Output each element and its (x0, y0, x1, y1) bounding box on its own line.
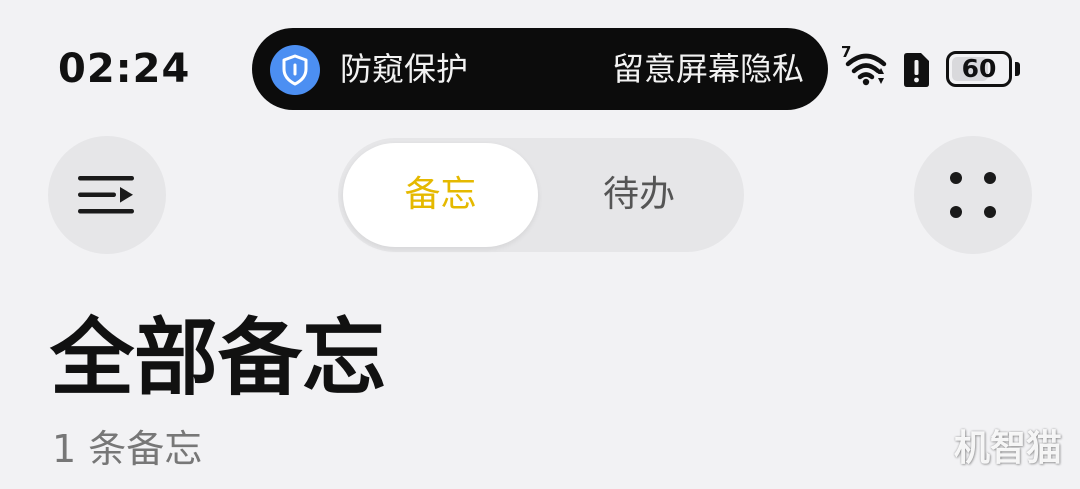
menu-collapse-icon (78, 176, 134, 214)
privacy-island[interactable]: 防窥保护 留意屏幕隐私 (252, 28, 828, 110)
tab-switcher: 备忘 待办 (338, 138, 744, 252)
tab-notes[interactable]: 备忘 (343, 143, 538, 247)
sim-alert-icon (902, 52, 930, 88)
tab-todos[interactable]: 待办 (540, 143, 738, 247)
status-time: 02:24 (58, 46, 191, 92)
menu-button[interactable] (48, 136, 166, 254)
battery-tip (1015, 62, 1020, 76)
four-dots-icon (984, 206, 996, 218)
battery-level: 60 (961, 54, 997, 83)
four-dots-icon (984, 172, 996, 184)
more-button[interactable] (914, 136, 1032, 254)
privacy-hint: 留意屏幕隐私 (611, 50, 804, 88)
wifi-icon (840, 46, 892, 90)
shield-icon (270, 45, 320, 95)
battery-indicator: 60 (946, 51, 1012, 87)
four-dots-icon (950, 172, 962, 184)
note-count: 1 条备忘 (52, 427, 203, 471)
privacy-label: 防窥保护 (340, 50, 469, 88)
watermark: 机智猫 (953, 428, 1062, 469)
page-title: 全部备忘 (50, 309, 387, 407)
four-dots-icon (950, 206, 962, 218)
